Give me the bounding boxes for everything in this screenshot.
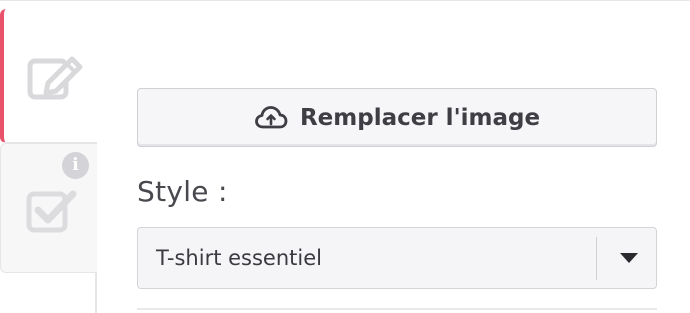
edit-icon <box>27 56 83 100</box>
cloud-upload-icon <box>255 105 288 128</box>
customizer-panel: i Remplacer l'image Style : T-shirt esse… <box>0 0 690 313</box>
step-tabs: i <box>0 9 97 313</box>
checkbox-icon <box>26 190 77 233</box>
select-divider <box>596 237 597 280</box>
style-select-value: T-shirt essentiel <box>156 246 322 270</box>
replace-image-label: Remplacer l'image <box>299 104 541 131</box>
tab-review[interactable]: i <box>0 143 97 273</box>
tab-edit[interactable] <box>0 9 97 143</box>
caret-down-icon[interactable] <box>620 253 638 263</box>
style-label: Style : <box>137 175 228 208</box>
info-badge[interactable]: i <box>62 152 89 179</box>
style-select[interactable]: T-shirt essentiel <box>137 227 657 289</box>
divider <box>137 308 657 310</box>
replace-image-button[interactable]: Remplacer l'image <box>137 88 657 147</box>
